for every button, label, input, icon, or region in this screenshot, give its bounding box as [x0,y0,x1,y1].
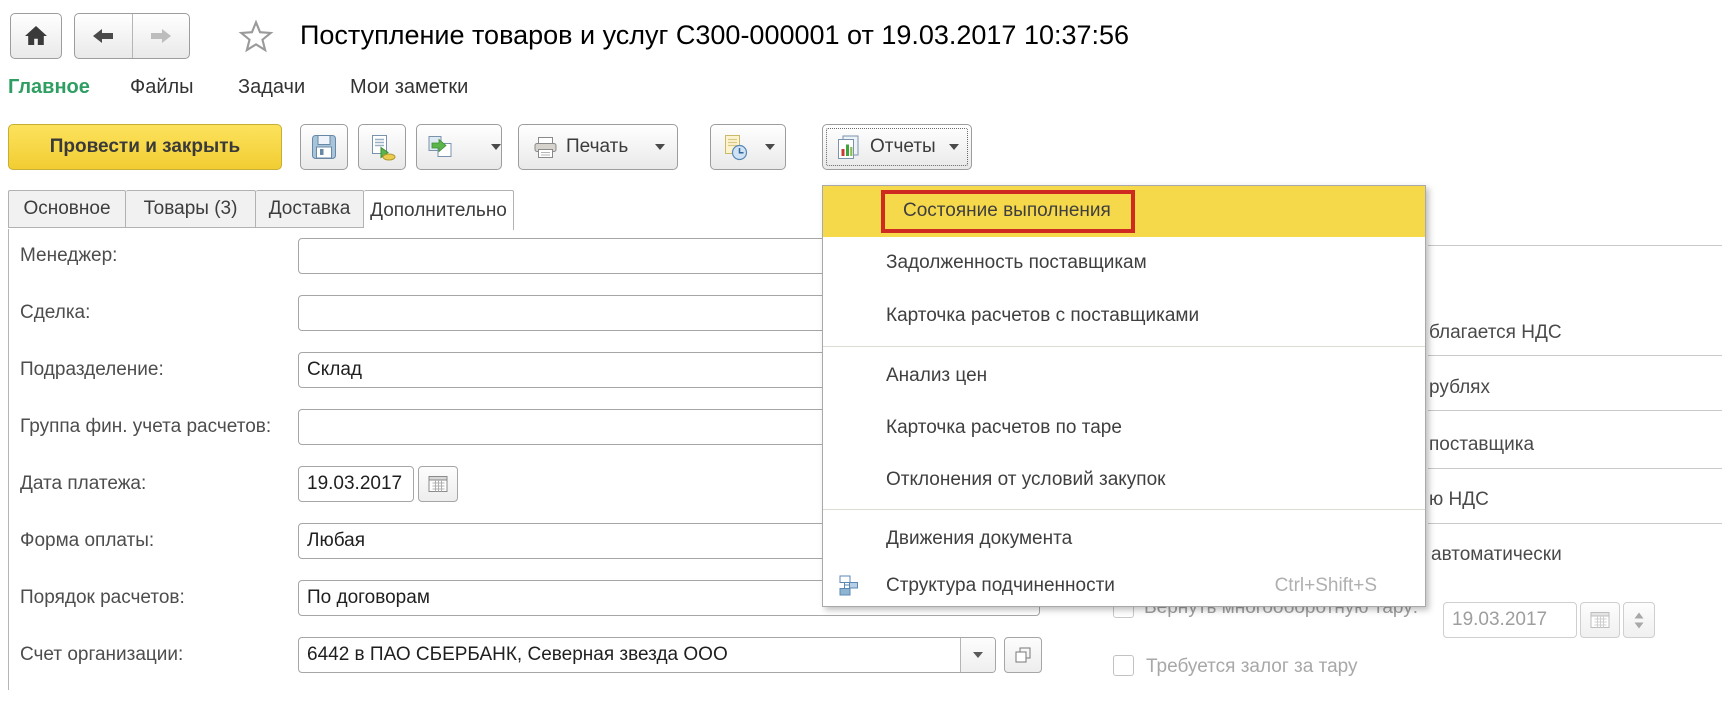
save-icon [311,134,337,160]
reports-dropdown-menu: Состояние выполнения Задолженность поста… [822,185,1426,607]
attached-files-button[interactable] [710,124,786,170]
org-account-dropdown-button[interactable] [960,638,995,672]
tare-deposit-checkbox[interactable] [1113,655,1134,676]
menu-item-execution-status[interactable]: Состояние выполнения [823,186,1425,237]
tab-label: Дополнительно [370,200,507,222]
right-fragment-vat: благается НДС [1429,322,1562,344]
tab-goods[interactable]: Товары (3) [126,190,256,228]
org-account-value: 6442 в ПАО СБЕРБАНК, Северная звезда ООО [307,644,728,665]
open-in-new-icon [1014,646,1032,664]
right-fragment-currency: рублях [1429,377,1490,399]
history-nav-group [74,13,190,59]
menu-item-label: Движения документа [886,528,1072,550]
nav-item-main[interactable]: Главное [8,76,90,99]
reports-icon [835,134,862,161]
annotation-red-box [881,190,1135,233]
menu-item-label: Структура подчиненности [886,575,1115,597]
subordination-structure-icon [837,574,860,597]
save-button[interactable] [300,124,348,170]
right-fragment-supplier: поставщика [1429,434,1534,456]
field-underline [1428,245,1722,246]
tare-deposit-label: Требуется залог за тару [1146,656,1358,678]
print-button[interactable]: Печать [518,124,678,170]
print-button-label: Печать [566,136,628,158]
tab-label: Доставка [269,198,351,220]
payment-date-calendar-button[interactable] [418,466,458,502]
field-label-fin-group: Группа фин. учета расчетов: [20,409,271,445]
tare-return-date-input[interactable]: 19.03.2017 [1443,602,1577,638]
nav-item-files[interactable]: Файлы [130,76,194,99]
calendar-icon [428,475,448,493]
menu-item-supplier-settlement-card[interactable]: Карточка расчетов с поставщиками [823,290,1425,343]
tare-return-calendar-button[interactable] [1580,602,1620,638]
chevron-down-icon [973,652,983,658]
menu-item-document-movements[interactable]: Движения документа [823,513,1425,565]
nav-item-tasks[interactable]: Задачи [238,76,305,99]
favorite-star-icon[interactable] [237,19,275,60]
tab-label: Товары (3) [144,198,238,220]
org-account-combobox[interactable]: 6442 в ПАО СБЕРБАНК, Северная звезда ООО [298,637,996,673]
menu-item-subordination-structure[interactable]: Структура подчиненности Ctrl+Shift+S [823,565,1425,606]
field-label-settlement-order: Порядок расчетов: [20,580,185,616]
menu-item-label: Анализ цен [886,365,987,387]
menu-separator [823,506,1425,513]
menu-item-label: Задолженность поставщикам [886,252,1147,274]
menu-item-label: Карточка расчетов с поставщиками [886,305,1199,327]
field-label-payment-form: Форма оплаты: [20,523,154,559]
print-icon [533,136,558,159]
reports-button-label: Отчеты [870,136,936,158]
attached-files-icon [721,134,748,161]
chevron-down-icon [949,144,959,150]
menu-item-price-analysis[interactable]: Анализ цен [823,350,1425,403]
tab-label: Основное [23,198,110,220]
field-underline [1428,468,1722,469]
back-button[interactable] [75,14,132,58]
create-based-on-button[interactable] [416,124,502,170]
menu-item-shortcut: Ctrl+Shift+S [1275,575,1425,597]
tab-additional[interactable]: Дополнительно [364,190,514,230]
field-underline [1428,410,1722,411]
calendar-icon [1590,611,1610,629]
page-title: Поступление товаров и услуг С300-000001 … [300,20,1129,51]
tab-main[interactable]: Основное [8,190,126,228]
back-arrow-icon [92,28,114,44]
post-document-button[interactable] [358,124,406,170]
menu-item-purchase-deviations[interactable]: Отклонения от условий закупок [823,454,1425,506]
home-button[interactable] [10,13,62,59]
field-label-org-account: Счет организации: [20,637,183,673]
chevron-down-icon [491,144,501,150]
create-based-on-icon [427,134,454,160]
tare-return-date-spinner[interactable] [1623,602,1655,638]
field-underline [1428,523,1722,524]
tab-delivery[interactable]: Доставка [256,190,364,228]
post-document-icon [369,134,396,161]
payment-date-input[interactable]: 19.03.2017 [298,466,414,502]
chevron-down-icon [765,144,775,150]
spinner-up-icon [1634,612,1644,619]
forward-button[interactable] [132,14,190,58]
field-label-payment-date: Дата платежа: [20,466,146,502]
menu-item-supplier-debt[interactable]: Задолженность поставщикам [823,237,1425,290]
field-underline [1428,355,1722,356]
field-label-deal: Сделка: [20,295,90,331]
home-icon [23,24,49,48]
forward-arrow-icon [150,28,172,44]
nav-item-notes[interactable]: Мои заметки [350,76,468,99]
field-label-department: Подразделение: [20,352,164,388]
menu-separator [823,343,1425,350]
right-fragment-auto: автоматически [1431,544,1562,566]
org-account-open-button[interactable] [1004,637,1042,673]
menu-item-tare-settlement-card[interactable]: Карточка расчетов по таре [823,402,1425,454]
field-label-manager: Менеджер: [20,238,117,274]
menu-item-label: Карточка расчетов по таре [886,417,1122,439]
panel-border [8,229,9,690]
spinner-down-icon [1634,622,1644,629]
reports-button[interactable]: Отчеты [822,124,972,170]
chevron-down-icon [655,144,665,150]
right-fragment-incl-vat: ю НДС [1429,489,1489,511]
post-and-close-button[interactable]: Провести и закрыть [8,124,282,170]
menu-item-label: Отклонения от условий закупок [886,469,1165,491]
